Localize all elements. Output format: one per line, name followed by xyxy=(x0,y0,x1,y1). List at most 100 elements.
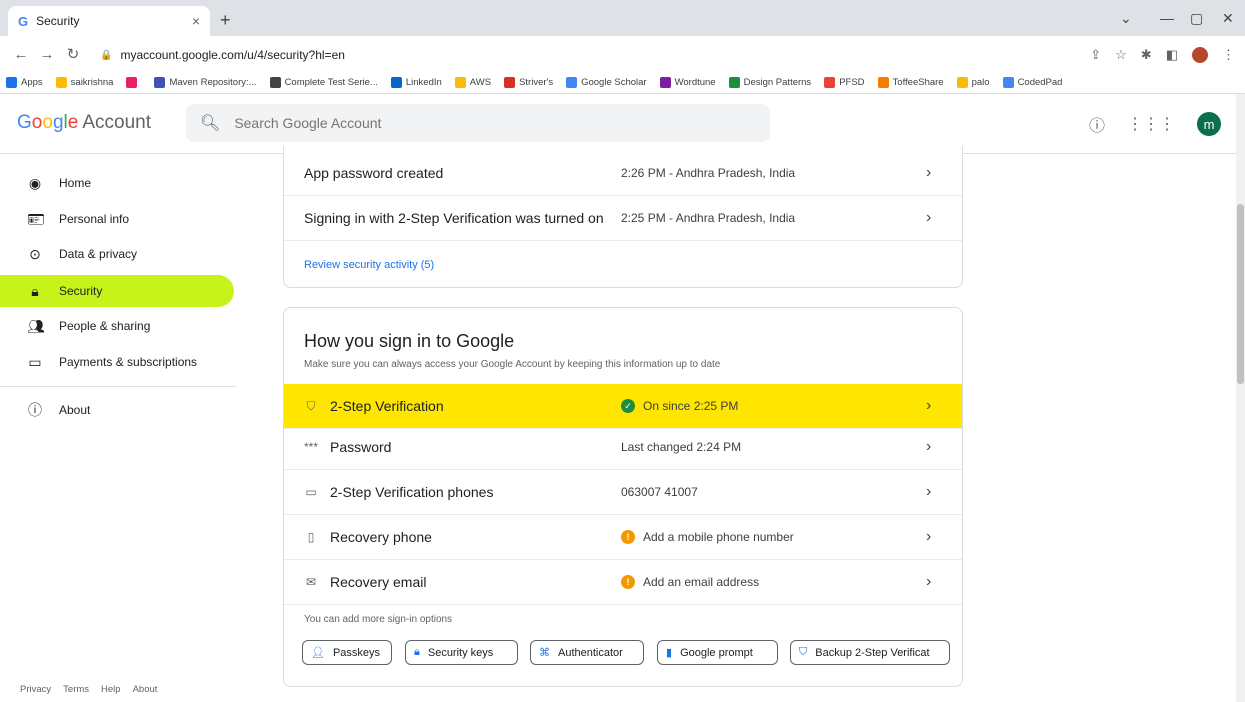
google-prompt-chip[interactable]: ▮ Google prompt xyxy=(657,640,778,665)
bookmark-item[interactable]: palo xyxy=(956,77,990,88)
google-account-logo[interactable]: Google Account xyxy=(17,112,151,134)
side-panel-icon[interactable]: ◧ xyxy=(1166,47,1178,63)
backup-codes-chip[interactable]: ⛉ Backup 2-Step Verificat xyxy=(790,640,950,665)
share-icon[interactable]: ⇪ xyxy=(1090,47,1101,63)
sidebar-item-label: Data & privacy xyxy=(59,247,138,261)
sidebar-item-people-sharing[interactable]: 👥︎ People & sharing xyxy=(0,310,234,342)
bookmark-icon xyxy=(6,77,17,88)
bookmark-icon xyxy=(956,77,968,88)
activity-row[interactable]: App password created 2:26 PM - Andhra Pr… xyxy=(284,151,962,196)
back-icon[interactable]: ← xyxy=(8,46,34,63)
sidebar-item-personal-info[interactable]: 🪪︎ Personal info xyxy=(0,203,234,235)
sidebar-item-payments[interactable]: ▭ Payments & subscriptions xyxy=(0,346,234,378)
recovery-email-row[interactable]: ✉ Recovery email ! Add an email address › xyxy=(284,560,962,605)
forward-icon[interactable]: → xyxy=(34,46,60,63)
bookmark-label: AWS xyxy=(469,77,492,88)
bookmark-item[interactable]: PFSD xyxy=(824,77,865,88)
bookmark-item[interactable]: Striver's xyxy=(504,77,553,88)
menu-icon[interactable]: ⋮ xyxy=(1222,47,1235,63)
bookmark-item[interactable]: Design Patterns xyxy=(728,77,811,88)
recovery-phone-row[interactable]: ▯ Recovery phone ! Add a mobile phone num… xyxy=(284,515,962,560)
bookmark-icon xyxy=(390,77,402,88)
verification-phones-row[interactable]: ▭ 2-Step Verification phones 063007 4100… xyxy=(284,470,962,515)
sidebar-item-label: About xyxy=(59,403,91,417)
tab-search-icon[interactable]: ⌄ xyxy=(1120,10,1132,27)
phone-icon: ▯ xyxy=(307,530,315,544)
search-input[interactable] xyxy=(234,115,735,131)
sidebar-item-data-privacy[interactable]: ⊙ Data & privacy xyxy=(0,238,234,270)
bookmark-item[interactable]: CodedPad xyxy=(1002,77,1063,88)
chevron-right-icon: › xyxy=(926,573,932,590)
new-tab-button[interactable]: + xyxy=(220,10,231,31)
privacy-link[interactable]: Privacy xyxy=(20,684,51,695)
home-icon: ◉ xyxy=(28,174,42,191)
bookmark-item[interactable]: Google Scholar xyxy=(566,77,647,88)
activity-value: 2:26 PM - Andhra Pradesh, India xyxy=(621,166,796,180)
passkeys-chip[interactable]: 👤︎ Passkeys xyxy=(302,640,392,665)
account-header: GoogleAccount 🔍︎ ⓘ ⋮⋮⋮ m xyxy=(0,94,1245,154)
chevron-right-icon: › xyxy=(926,483,932,500)
help-link[interactable]: Help xyxy=(101,684,121,695)
url-field[interactable]: 🔒 myaccount.google.com/u/4/security?hl=e… xyxy=(100,44,1240,66)
authenticator-chip[interactable]: ⌘ Authenticator xyxy=(530,640,644,665)
bookmark-item[interactable]: Wordtune xyxy=(659,77,716,88)
about-link[interactable]: About xyxy=(133,684,158,695)
chevron-right-icon: › xyxy=(926,528,932,545)
review-security-activity-link[interactable]: Review security activity (5) xyxy=(304,259,434,271)
sidebar-divider xyxy=(0,386,236,387)
bookmark-label: CodedPad xyxy=(1017,77,1063,88)
check-circle-icon: ✓ xyxy=(621,399,635,413)
sidebar-item-security[interactable]: 🔒︎ Security xyxy=(0,275,234,307)
bookmark-item[interactable]: Apps xyxy=(6,77,43,88)
two-step-verification-row[interactable]: ⛉ 2-Step Verification ✓ On since 2:25 PM … xyxy=(284,384,962,429)
tab-title: Security xyxy=(36,14,80,28)
warning-icon: ! xyxy=(621,575,635,589)
google-logo-text: Google xyxy=(17,112,79,133)
activity-value: 2:25 PM - Andhra Pradesh, India xyxy=(621,211,796,225)
logo-suffix: Account xyxy=(82,112,151,133)
bookmark-item[interactable]: Complete Test Serie... xyxy=(269,77,378,88)
password-row[interactable]: *** Password Last changed 2:24 PM › xyxy=(284,425,962,470)
scrollbar-thumb[interactable] xyxy=(1237,204,1244,384)
chevron-right-icon: › xyxy=(926,209,932,226)
security-keys-chip[interactable]: 🔒︎ Security keys xyxy=(405,640,518,665)
terms-link[interactable]: Terms xyxy=(63,684,89,695)
minimize-icon[interactable]: — xyxy=(1160,10,1174,26)
reload-icon[interactable]: ↻ xyxy=(60,45,86,63)
help-icon[interactable]: ⓘ xyxy=(1089,112,1105,136)
restore-icon[interactable]: ▢ xyxy=(1190,10,1203,27)
browser-tab[interactable]: G Security × xyxy=(8,6,210,36)
bookmark-item[interactable] xyxy=(126,77,141,88)
bookmark-icon xyxy=(126,77,138,88)
bookmark-item[interactable]: saikrishna xyxy=(55,77,113,88)
sidebar-item-label: Home xyxy=(59,176,92,190)
activity-row[interactable]: Signing in with 2-Step Verification was … xyxy=(284,196,962,241)
row-value: ! Add an email address xyxy=(621,575,759,589)
bookmark-icon xyxy=(154,77,166,88)
apps-grid-icon[interactable]: ⋮⋮⋮ xyxy=(1127,114,1175,134)
avatar[interactable]: m xyxy=(1197,112,1221,136)
bookmark-item[interactable]: Maven Repository:... xyxy=(154,77,257,88)
extensions-icon[interactable]: ✱ xyxy=(1141,47,1152,63)
row-title: Recovery phone xyxy=(330,529,432,545)
bookmark-item[interactable]: ToffeeShare xyxy=(877,77,944,88)
bookmark-item[interactable]: LinkedIn xyxy=(390,77,442,88)
sidebar-item-home[interactable]: ◉ Home xyxy=(0,167,234,199)
google-favicon-icon: G xyxy=(18,13,29,29)
row-title: 2-Step Verification xyxy=(330,398,444,414)
page-scrollbar[interactable] xyxy=(1236,94,1245,702)
bookmark-item[interactable]: AWS xyxy=(454,77,492,88)
window-close-icon[interactable]: ✕ xyxy=(1222,10,1234,27)
bookmark-label: Complete Test Serie... xyxy=(284,77,378,88)
section-title: How you sign in to Google xyxy=(304,331,515,351)
close-tab-icon[interactable]: × xyxy=(192,13,200,29)
search-bar[interactable]: 🔍︎ xyxy=(186,104,770,142)
sidebar-item-about[interactable]: ⓘ About xyxy=(0,394,234,426)
shield-icon: ⛉ xyxy=(306,398,316,413)
search-icon[interactable]: 🔍︎ xyxy=(200,113,220,133)
profile-icon[interactable] xyxy=(1192,47,1208,63)
star-icon[interactable]: ☆ xyxy=(1115,47,1127,63)
chevron-right-icon: › xyxy=(926,438,932,455)
bookmark-label: ToffeeShare xyxy=(892,77,944,88)
chip-label: Backup 2-Step Verificat xyxy=(815,646,930,659)
